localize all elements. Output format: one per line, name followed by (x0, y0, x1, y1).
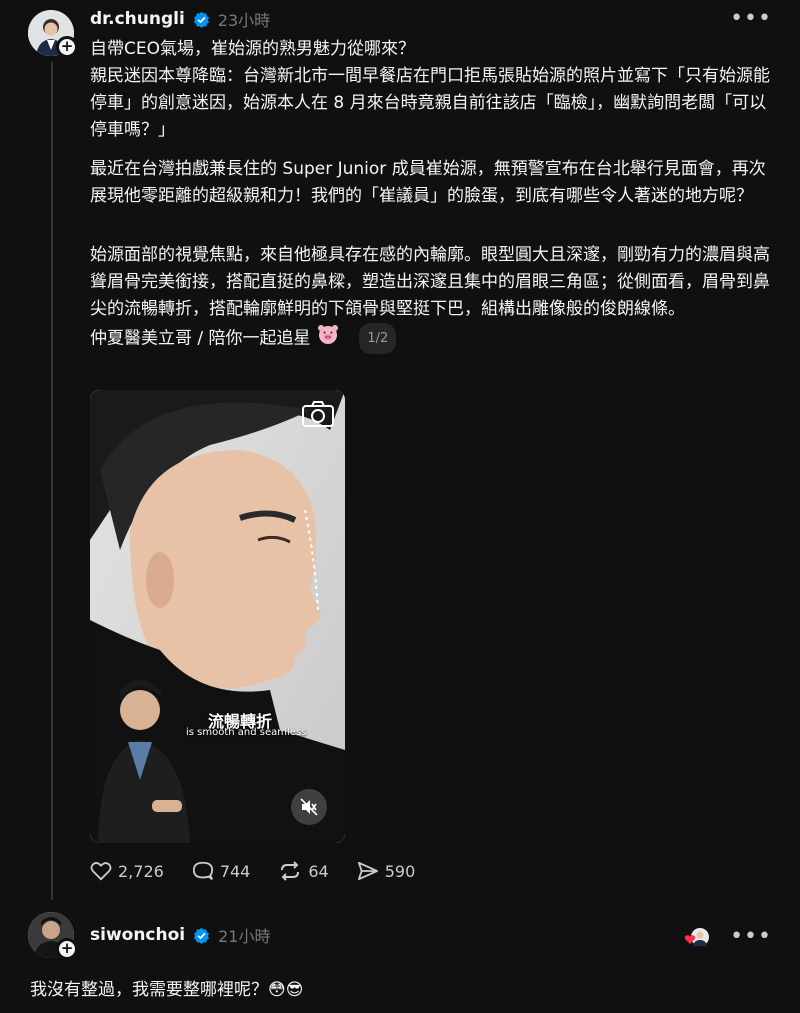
camera-icon (301, 400, 335, 432)
video-thumbnail-image (90, 390, 345, 843)
video-caption-english: is smooth and seamless (186, 727, 307, 738)
share-count: 590 (384, 861, 416, 881)
reply-text: 我沒有整過，我需要整哪裡呢？😳😎 (30, 980, 304, 1000)
heart-icon (90, 862, 112, 881)
reply-timestamp: 21小時 (218, 927, 271, 946)
pig-emoji-icon (316, 323, 340, 354)
liked-by-author-avatar-icon (684, 926, 710, 948)
author-username[interactable]: dr.chungli (90, 9, 185, 29)
comment-button[interactable]: 744 (192, 860, 251, 882)
follow-plus-icon[interactable]: + (56, 36, 78, 58)
media-page-indicator: 1/2 (359, 323, 397, 354)
like-button[interactable]: 2,726 (90, 861, 164, 881)
reply-more-options-icon[interactable]: ••• (730, 924, 772, 949)
comment-bubble-icon (192, 861, 213, 880)
post-paragraph-3: 始源面部的視覺焦點，來自他極具存在感的內輪廓。眼型圓大且深邃，剛勁有力的濃眉與高… (90, 242, 780, 354)
mute-toggle-button[interactable] (291, 789, 327, 825)
reply-follow-plus-icon[interactable]: + (56, 938, 78, 960)
reply-right-controls: ••• (684, 924, 772, 949)
post-actions-bar: 2,726 744 64 590 (90, 860, 415, 882)
post-more-options-icon[interactable]: ••• (730, 6, 772, 31)
post-media-video[interactable]: 流暢轉折 is smooth and seamless (90, 390, 345, 843)
post-headline: 自帶CEO氣場，崔始源的熟男魅力從哪來？ (90, 39, 415, 59)
send-paper-plane-icon (357, 861, 378, 881)
post-header: dr.chungli 23小時 (90, 6, 270, 32)
repost-count: 64 (308, 861, 329, 881)
post-paragraph-1: 自帶CEO氣場，崔始源的熟男魅力從哪來？ 親民迷因本尊降臨：台灣新北市一間早餐店… (90, 36, 780, 144)
post-timestamp: 23小時 (217, 11, 271, 30)
like-count: 2,726 (118, 861, 164, 881)
post-signature: 仲夏醫美立哥 / 陪你一起追星 (90, 328, 311, 349)
share-button[interactable]: 590 (357, 861, 416, 881)
comment-count: 744 (219, 861, 251, 881)
speaker-muted-icon (300, 798, 318, 816)
thread-line (51, 62, 53, 900)
repost-button[interactable]: 64 (278, 860, 329, 882)
reply-verified-badge-icon (193, 927, 210, 944)
reply-username[interactable]: siwonchoi (90, 925, 185, 945)
post-paragraph-1-body: 親民迷因本尊降臨：台灣新北市一間早餐店在門口拒馬張貼始源的照片並寫下「只有始源能… (90, 66, 770, 140)
post-paragraph-2: 最近在台灣拍戲兼長住的 Super Junior 成員崔始源，無預警宣布在台北舉… (90, 159, 766, 206)
post-signature-row: 仲夏醫美立哥 / 陪你一起追星 1/2 (90, 323, 780, 354)
reply-header: siwonchoi 21小時 (90, 922, 271, 948)
post-paragraph-3-body: 始源面部的視覺焦點，來自他極具存在感的內輪廓。眼型圓大且深邃，剛勁有力的濃眉與高… (90, 245, 770, 319)
repost-icon (281, 861, 300, 881)
verified-badge-icon (193, 11, 210, 28)
